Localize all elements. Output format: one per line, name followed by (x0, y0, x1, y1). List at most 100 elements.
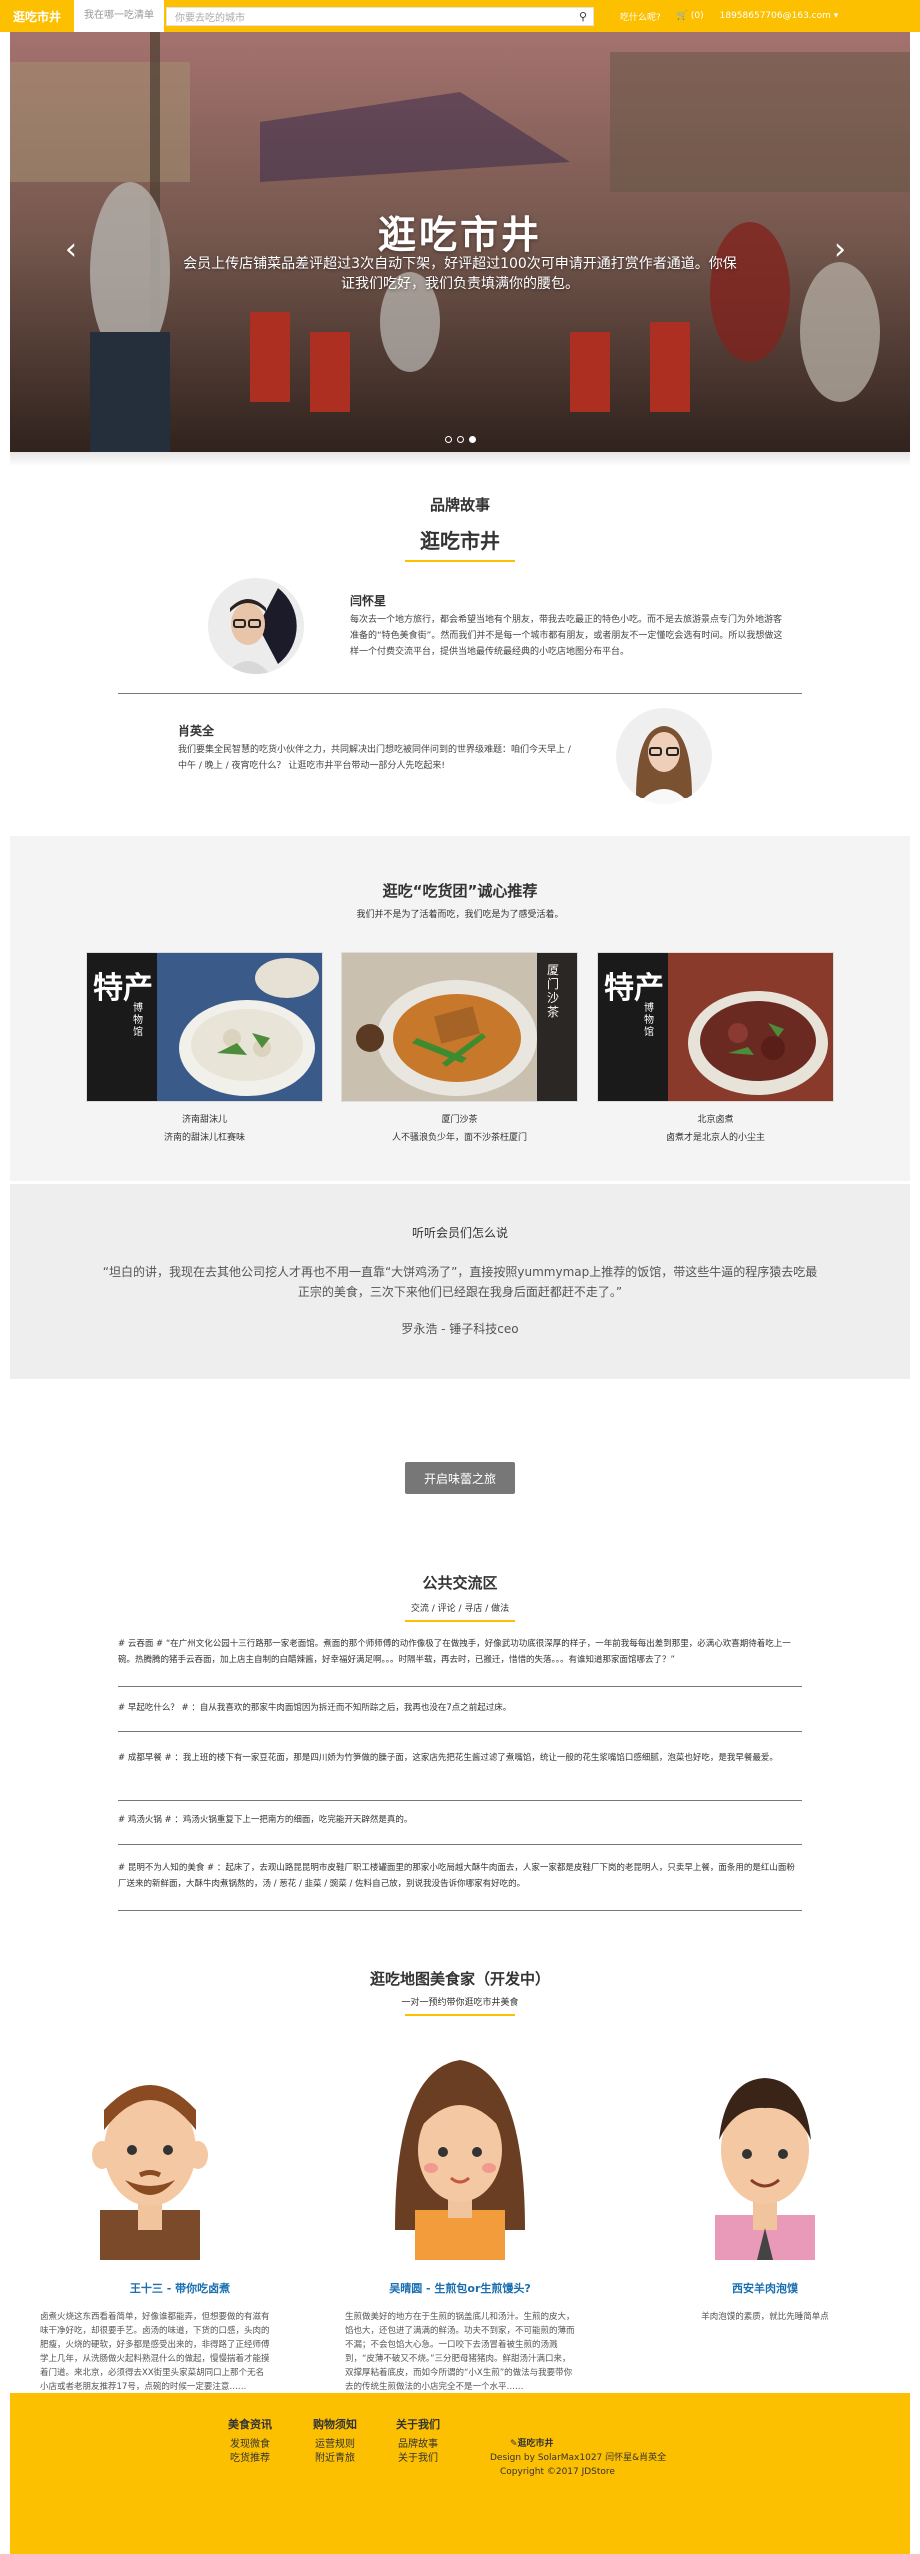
divider (118, 1910, 802, 1911)
food-desc-2: 人不骚浪负少年，面不沙茶枉厦门 (391, 1133, 527, 1143)
top-right-menu: 吃什么呢? 🛒 (0) 18958657706@163.com ▾ (620, 0, 838, 32)
divider (118, 1844, 802, 1845)
footer-col-news: 美食资讯 发现微食 吃货推荐 (228, 2418, 272, 2466)
card-tag: 特产 (93, 971, 153, 1006)
story-heading: 品牌故事 (429, 496, 490, 514)
forum-title: 公共交流区 (422, 1574, 498, 1592)
chef-avatar-wu (395, 2060, 525, 2260)
carousel-dot-active[interactable] (469, 436, 476, 443)
search-icon[interactable]: ⚲ (573, 8, 593, 25)
chef-avatar-xian (715, 2078, 815, 2260)
card-tag2: 博物馆 (133, 1003, 143, 1038)
forum-post[interactable]: # 成都早餐 # ：我上班的楼下有一家豆花面，那是四川娇为竹笋做的臊子面，这家店… (118, 1750, 802, 1766)
person-name-yan: 闫怀星 (350, 594, 387, 608)
food-desc-1: 济南的甜沫儿杠赛味 (163, 1133, 245, 1143)
search-box[interactable]: 你要去吃的城市 ⚲ (166, 7, 594, 26)
footer-logo-text: 逛吃市井 (517, 2439, 554, 2449)
food-card-2[interactable]: 厦门沙茶 (341, 952, 578, 1102)
card-tag: 厦门沙茶 (547, 963, 560, 1019)
avatar-xiao (616, 708, 712, 804)
forum-heading: 公共交流区 交流 / 评论 / 寻店 / 做法 (0, 1572, 920, 1622)
title-underline (405, 1620, 515, 1622)
chefs-title: 逛吃地图美食家（开发中） (369, 1970, 550, 1988)
tab-eat-list[interactable]: 我在哪一吃清单 (74, 0, 164, 32)
cart-link[interactable]: 🛒 (0) (677, 11, 704, 21)
avatar-yan (208, 578, 304, 674)
recommend-heading: 逛吃“吃货团”诚心推荐 我们并不是为了活着而吃，我们吃是为了感受活着。 (0, 880, 920, 920)
chefs-heading: 逛吃地图美食家（开发中） 一对一预约带你逛吃市井美食 (0, 1968, 920, 2016)
quote-text: “坦白的讲，我现在去其他公司挖人才再也不用一直靠“大饼鸡汤了”，直接按照yumm… (102, 1265, 818, 1299)
user-menu[interactable]: 18958657706@163.com ▾ (720, 11, 839, 21)
story-heading-block: 品牌故事 逛吃市井 (0, 494, 920, 562)
hero-subtitle: 会员上传店铺菜品差评超过3次自动下架，好评超过100次可申请开通打赏作者通道。你… (183, 256, 737, 292)
chef-text-wang: 卤煮火烧这东西看着简单，好像谁都能弄，但想要做的有滋有味干净好吃，却很要手艺。卤… (40, 2312, 270, 2392)
footer-link[interactable]: 品牌故事 (396, 2438, 440, 2452)
recommend-subtitle: 我们并不是为了活着而吃，我们吃是为了感受活着。 (356, 910, 564, 920)
carousel-dot[interactable] (457, 436, 464, 443)
user-email: 18958657706@163.com (719, 11, 831, 21)
footer-credit: Design by SolarMax1027 闫怀星&肖英全 (490, 2453, 667, 2463)
footer-link[interactable]: 运营规则 (313, 2438, 357, 2452)
food-card-3[interactable]: 特产 博物馆 (597, 952, 834, 1102)
chef-text-wu: 生煎做美好的地方在于生煎的锅盖底儿和汤汁。生煎的皮大，馅也大，还包进了满满的鲜汤… (345, 2312, 575, 2392)
story-title: 逛吃市井 (420, 529, 500, 553)
chef-name-wu[interactable]: 吴晴圆 - 生煎包or生煎馒头? (320, 2280, 600, 2296)
divider (118, 693, 802, 694)
footer-col-shopping: 购物须知 运营规则 附近青旅 (313, 2418, 357, 2466)
title-underline (405, 2014, 515, 2016)
chef-text-xian: 羊肉泡馍的素质，就比先睡简单点 (701, 2312, 829, 2322)
carousel-indicators (445, 436, 476, 443)
carousel-dot[interactable] (445, 436, 452, 443)
chefs-subtitle: 一对一预约带你逛吃市井美食 (401, 1998, 519, 2008)
food-name-2[interactable]: 厦门沙茶 (341, 1112, 578, 1125)
food-name-1[interactable]: 济南甜沫儿 (86, 1112, 323, 1125)
hero-shadow (10, 452, 910, 466)
next-arrow-icon[interactable]: › (834, 232, 846, 267)
person-text-yan: 每次去一个地方旅行，都会希望当地有个朋友，带我去吃最正的特色小吃。而不是去旅游景… (350, 615, 783, 657)
logo-icon: ✎ (510, 2439, 518, 2449)
hero-carousel[interactable]: 逛吃市井 会员上传店铺菜品差评超过3次自动下架，好评超过100次可申请开通打赏作… (10, 32, 910, 452)
forum-post[interactable]: # 昆明不为人知的美食 # ：起床了，去观山路昆昆明市皮鞋厂职工楼罐面里的那家小… (118, 1860, 802, 1892)
start-journey-button[interactable]: 开启味蕾之旅 (405, 1462, 515, 1494)
divider (118, 1686, 802, 1687)
footer: 美食资讯 发现微食 吃货推荐 购物须知 运营规则 附近青旅 关于我们 品牌故事 … (10, 2393, 910, 2554)
footer-link[interactable]: 关于我们 (396, 2452, 440, 2466)
footer-title: 美食资讯 (228, 2418, 272, 2431)
quote-title: 听听会员们怎么说 (411, 1226, 508, 1240)
footer-link[interactable]: 附近青旅 (313, 2452, 357, 2466)
food-desc-3: 卤煮才是北京人的小尘主 (665, 1133, 765, 1143)
recommend-title: 逛吃“吃货团”诚心推荐 (382, 882, 538, 900)
brand-logo[interactable]: 逛吃市井 (0, 8, 74, 25)
chef-name-xian[interactable]: 西安羊肉泡馍 (625, 2280, 905, 2296)
footer-title: 购物须知 (313, 2418, 357, 2431)
divider (118, 1731, 802, 1732)
search-input[interactable]: 你要去吃的城市 (167, 9, 573, 24)
card-tag: 特产 (604, 971, 664, 1006)
quote-author: 罗永浩 - 锤子科技ceo (401, 1322, 519, 1336)
forum-post[interactable]: # 云吞面 # “在广州文化公园十三行路那一家老面馆。煮面的那个师师傅的动作像极… (118, 1636, 802, 1668)
footer-credits: ✎逛吃市井 Design by SolarMax1027 闫怀星&肖英全 Cop… (490, 2437, 666, 2479)
footer-title: 关于我们 (396, 2418, 440, 2431)
chef-name-wang[interactable]: 王十三 - 带你吃卤煮 (40, 2280, 320, 2296)
forum-post[interactable]: # 早起吃什么？ # ：自从我喜欢的那家牛肉面馆因为拆迁而不知所踪之后，我再也没… (118, 1700, 802, 1716)
footer-copyright: Copyright ©2017 JDStore (500, 2467, 615, 2477)
footer-link[interactable]: 发现微食 (228, 2438, 272, 2452)
person-text-xiao: 我们要集全民智慧的吃货小伙伴之力，共同解决出门想吃被同伴问到的世界级难题：咱们今… (178, 745, 571, 771)
footer-logo[interactable]: ✎逛吃市井 (490, 2437, 666, 2451)
title-underline (405, 560, 515, 562)
card-tag2: 博物馆 (644, 1003, 654, 1038)
food-card-1[interactable]: 特产 博物馆 (86, 952, 323, 1102)
chef-avatar-wang (92, 2085, 208, 2260)
divider (118, 1800, 802, 1801)
cart-count: (0) (690, 11, 704, 21)
hero-title: 逛吃市井 (377, 213, 542, 257)
footer-col-about: 关于我们 品牌故事 关于我们 (396, 2418, 440, 2466)
food-name-3[interactable]: 北京卤煮 (597, 1112, 834, 1125)
want-eat-link[interactable]: 吃什么呢? (620, 10, 661, 23)
forum-post[interactable]: # 鸡汤火锅 # ：鸡汤火锅重复下上一把南方的细面，吃完能开天辟然是真的。 (118, 1812, 802, 1828)
forum-subtitle: 交流 / 评论 / 寻店 / 做法 (410, 1604, 510, 1614)
cart-icon: 🛒 (676, 11, 688, 21)
footer-link[interactable]: 吃货推荐 (228, 2452, 272, 2466)
person-name-xiao: 肖英全 (178, 724, 215, 738)
prev-arrow-icon[interactable]: ‹ (65, 232, 77, 267)
